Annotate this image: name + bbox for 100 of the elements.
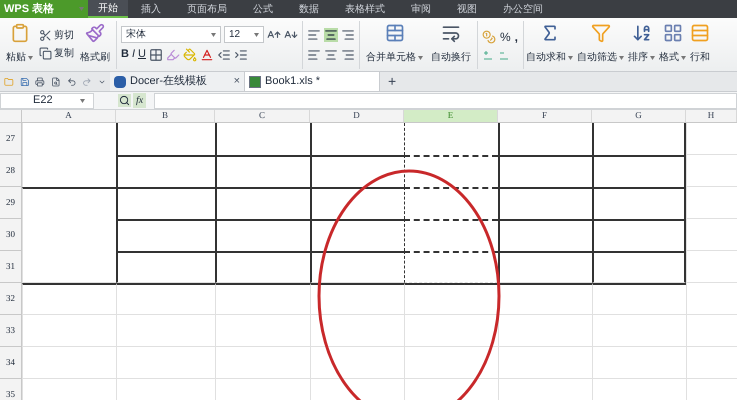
rows-columns-button[interactable]: 行和 xyxy=(688,22,712,66)
row-header[interactable]: 33 xyxy=(0,315,22,347)
grid-cell[interactable] xyxy=(215,219,310,251)
align-top-icon[interactable] xyxy=(307,28,321,42)
zoom-search-icon[interactable] xyxy=(118,94,131,107)
grid-cell[interactable] xyxy=(498,251,592,283)
format-painter-button[interactable]: 格式刷 xyxy=(78,22,112,66)
font-style-button[interactable]: U xyxy=(138,46,146,63)
comma-button[interactable]: , xyxy=(514,28,518,46)
border-icon[interactable] xyxy=(148,48,163,62)
align-center-icon[interactable] xyxy=(324,48,338,62)
menu-tab[interactable]: 表格样式 xyxy=(332,0,398,18)
caret-icon[interactable] xyxy=(211,32,216,37)
format-button[interactable]: 格式 xyxy=(657,22,688,66)
font-style-button[interactable]: B xyxy=(121,46,129,63)
grid-cell[interactable] xyxy=(404,251,498,283)
sort-button[interactable]: 排序 xyxy=(626,22,657,66)
row-header[interactable]: 32 xyxy=(0,283,22,315)
align-middle-icon[interactable] xyxy=(324,28,338,42)
column-header[interactable]: A xyxy=(22,110,116,122)
column-header[interactable]: B xyxy=(116,110,215,122)
grid-cell[interactable] xyxy=(404,283,498,315)
close-tab-button[interactable]: × xyxy=(234,73,240,90)
cut-button[interactable]: 剪切 xyxy=(37,26,76,44)
printer-icon[interactable] xyxy=(35,76,45,88)
align-bottom-icon[interactable] xyxy=(341,28,355,42)
font-style-button[interactable]: I xyxy=(132,46,136,63)
grid-cell[interactable] xyxy=(22,283,116,315)
autofilter-button[interactable]: 自动筛选 xyxy=(575,22,626,66)
function-button[interactable]: fx xyxy=(133,93,146,108)
grid-cell[interactable] xyxy=(215,187,310,219)
font-name-field[interactable]: 宋体 xyxy=(121,26,221,44)
print-preview-icon[interactable] xyxy=(50,76,61,88)
grid-cell[interactable] xyxy=(116,251,215,283)
align-right-icon[interactable] xyxy=(341,48,355,62)
grid-cell[interactable] xyxy=(215,251,310,283)
menu-tab[interactable]: 办公空间 xyxy=(490,0,556,18)
menu-tab[interactable]: 审阅 xyxy=(398,0,444,18)
column-header[interactable]: C xyxy=(215,110,310,122)
formula-input-field[interactable] xyxy=(154,92,737,108)
row-header[interactable]: 28 xyxy=(0,155,22,187)
column-header[interactable]: G xyxy=(592,110,686,122)
grid-cell[interactable] xyxy=(592,123,686,155)
grid-cell[interactable] xyxy=(310,155,404,187)
caret-icon[interactable] xyxy=(418,56,423,60)
percent-button[interactable]: % xyxy=(500,28,511,46)
font-size-field[interactable]: 12 xyxy=(224,26,264,44)
autosum-button[interactable]: 自动求和 xyxy=(524,22,575,66)
merge-cells-button[interactable]: 合并单元格 xyxy=(364,22,425,66)
indent-decrease-icon[interactable] xyxy=(216,48,231,62)
menu-tab[interactable]: 视图 xyxy=(444,0,490,18)
column-header[interactable]: F xyxy=(498,110,592,122)
grid-cell[interactable] xyxy=(404,155,498,187)
caret-icon[interactable] xyxy=(568,56,573,60)
grid-cell[interactable] xyxy=(498,219,592,251)
menu-tab[interactable]: 插入 xyxy=(128,0,174,18)
grid-cell[interactable] xyxy=(215,155,310,187)
document-tab[interactable]: Docer-在线模板 × xyxy=(110,72,245,91)
column-header[interactable]: H xyxy=(686,110,737,122)
grid-cell[interactable] xyxy=(116,187,215,219)
row-header[interactable]: 31 xyxy=(0,251,22,283)
grid-cell[interactable] xyxy=(592,283,686,315)
menu-tab[interactable]: 开始 xyxy=(88,0,128,18)
grid-cell[interactable] xyxy=(310,283,404,315)
font-color-icon[interactable] xyxy=(200,48,214,62)
grid-cell[interactable] xyxy=(116,219,215,251)
indent-increase-icon[interactable] xyxy=(234,48,248,62)
grid-cell[interactable] xyxy=(310,187,404,219)
caret-icon[interactable] xyxy=(80,98,85,102)
document-tab[interactable]: Book1.xls * xyxy=(245,72,380,91)
grid-cell[interactable] xyxy=(22,187,116,219)
row-header[interactable]: 29 xyxy=(0,187,22,219)
save-icon[interactable] xyxy=(20,76,30,88)
decimal-increase-icon[interactable] xyxy=(482,50,494,62)
grid-cell[interactable] xyxy=(310,219,404,251)
caret-icon[interactable] xyxy=(650,56,655,60)
grid-cell[interactable] xyxy=(404,187,498,219)
caret-icon[interactable] xyxy=(254,32,259,37)
grid-cell[interactable] xyxy=(498,187,592,219)
new-tab-button[interactable]: + xyxy=(380,71,404,92)
grid-cell[interactable] xyxy=(404,219,498,251)
row-header[interactable]: 34 xyxy=(0,347,22,379)
grid-cell[interactable] xyxy=(592,155,686,187)
wrap-text-button[interactable]: 自动换行 xyxy=(429,22,473,66)
menu-tab[interactable]: 公式 xyxy=(240,0,286,18)
grid-cell[interactable] xyxy=(592,219,686,251)
decimal-decrease-icon[interactable] xyxy=(498,50,510,62)
grid-cell[interactable] xyxy=(592,187,686,219)
row-header[interactable]: 35 xyxy=(0,379,22,400)
name-box[interactable]: E22 xyxy=(0,92,94,108)
grid-cell[interactable] xyxy=(498,283,592,315)
grid-cell[interactable] xyxy=(116,155,215,187)
grid-cell[interactable] xyxy=(116,283,215,315)
row-header[interactable]: 27 xyxy=(0,123,22,155)
caret-icon[interactable] xyxy=(28,56,33,60)
menu-tab[interactable]: 数据 xyxy=(286,0,332,18)
align-left-icon[interactable] xyxy=(307,48,321,62)
grid-cell[interactable] xyxy=(592,251,686,283)
row-header[interactable]: 30 xyxy=(0,219,22,251)
app-logo-button[interactable]: WPS 表格 xyxy=(0,0,88,18)
